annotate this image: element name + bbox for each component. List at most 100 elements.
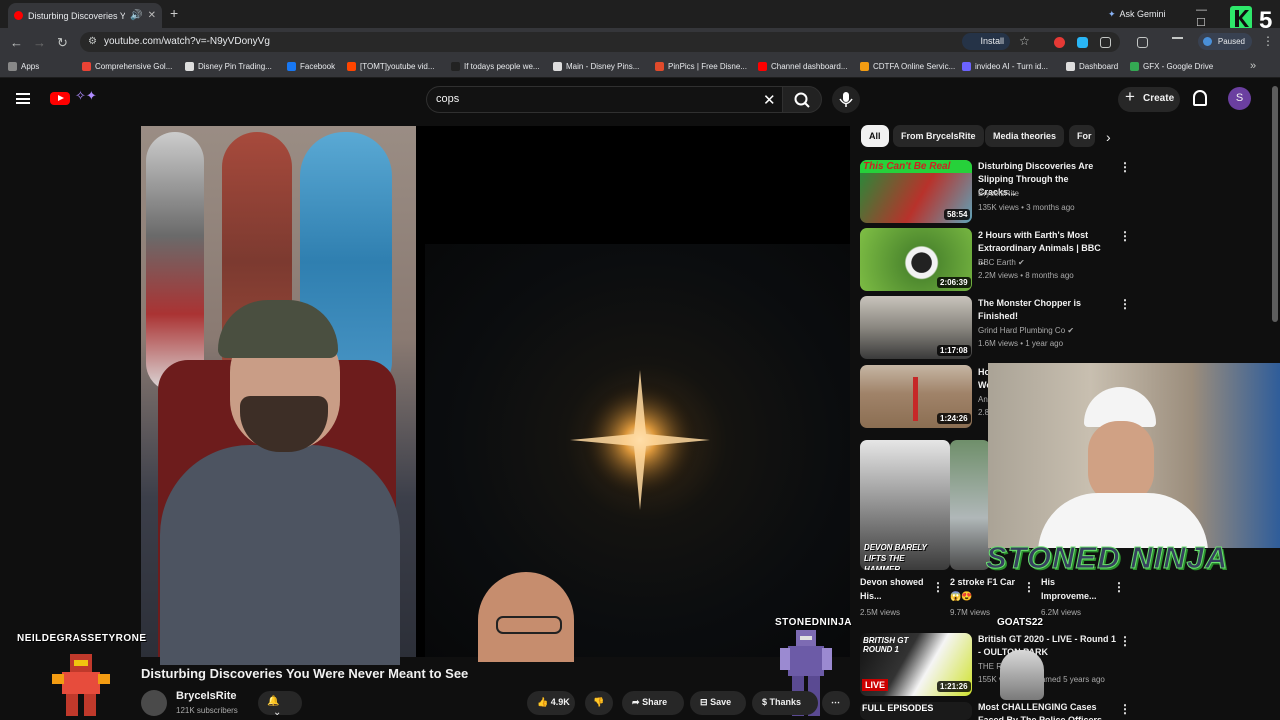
rec-meta-2: 2.2M views • 8 months ago [978,271,1074,280]
microphone-icon [839,92,853,107]
short-menu-icon[interactable]: ⋮ [1113,580,1125,594]
rec-title-6[interactable]: Most CHALLENGING Cases Faced By The Poli… [978,701,1118,720]
bookmark-item[interactable]: Apps [8,62,39,71]
browser-tab-bar [0,0,1280,28]
rec-menu-icon[interactable]: ⋮ [1119,297,1131,311]
extension-blue-icon[interactable] [1077,37,1088,48]
search-input[interactable]: cops [426,86,782,113]
short-thumbnail-2[interactable] [950,440,990,570]
rec-meta-1: 135K views • 3 months ago [978,203,1075,212]
bookmark-favicon-icon [758,62,767,71]
share-label: Share [642,697,668,707]
bookmark-item[interactable]: Comprehensive Gol... [82,62,172,71]
bookmark-favicon-icon [82,62,91,71]
bookmark-favicon-icon [553,62,562,71]
bookmark-item[interactable]: invideo AI - Turn id... [962,62,1048,71]
new-tab-button[interactable]: + [170,5,178,21]
rec-menu-icon[interactable]: ⋮ [1119,634,1131,648]
more-actions-button[interactable]: ⋯ [822,691,850,715]
notifications-bell-icon[interactable] [1193,90,1207,106]
rec-menu-icon[interactable]: ⋮ [1119,160,1131,174]
rec-title-4[interactable]: Ho Wo [978,366,988,392]
live-badge: LIVE [862,679,889,691]
hamburger-menu-icon[interactable] [16,93,30,104]
browser-menu-icon[interactable]: ⋮ [1262,34,1274,48]
rec-channel-1[interactable]: BryceIsRite [978,189,1019,198]
clear-search-icon[interactable]: ✕ [763,91,776,109]
page-scrollbar[interactable] [1272,86,1278,322]
bookmark-item[interactable]: Dashboard [1066,62,1118,71]
rec-menu-icon[interactable]: ⋮ [1119,229,1131,243]
voice-search-button[interactable] [832,86,860,113]
short-views-3: 6.2M views [1041,608,1082,617]
bookmark-star-icon[interactable]: ☆ [1019,34,1030,48]
channel-name[interactable]: BryceIsRite [176,690,237,702]
chip-media-theories[interactable]: Media theories [985,125,1065,147]
rec-channel-3[interactable]: Grind Hard Plumbing Co ✔ [978,326,1074,335]
tab-close-icon[interactable]: ✕ [148,10,156,21]
rec-title-5[interactable]: British GT 2020 - LIVE - Round 1 - OULTO… [978,633,1118,659]
back-icon[interactable]: ← [10,35,23,50]
extensions-puzzle-icon[interactable] [1100,37,1111,48]
duration-badge: 2:06:39 [937,277,971,288]
short-views-2: 9.7M views [950,608,991,617]
short-menu-icon[interactable]: ⋮ [1023,580,1035,594]
save-button[interactable]: ⊟ Save [690,691,746,715]
rec-meta-3: 1.6M views • 1 year ago [978,339,1064,348]
chip-from-channel[interactable]: From BryceIsRite [893,125,984,147]
search-value: cops [436,93,460,105]
subscribed-notifications-button[interactable]: 🔔⌄ [258,691,302,718]
bookmark-item[interactable]: PinPics | Free Disne... [655,62,747,71]
bookmark-favicon-icon [347,62,356,71]
bookmark-item[interactable]: [TOMT]youtube vid... [347,62,435,71]
search-button[interactable] [782,86,822,113]
short-thumbnail-1[interactable]: DEVON BARELY LIFTS THE HAMMER... [860,440,950,570]
youtube-logo-icon[interactable] [50,92,70,105]
verified-icon: ✔ [1018,258,1025,267]
install-app-button[interactable]: Install [962,33,1010,50]
bookmark-item[interactable]: Disney Pin Trading... [185,62,272,71]
tower-shape [913,377,918,421]
forward-icon[interactable]: → [33,35,46,50]
dislike-button[interactable]: 👎 [585,691,613,715]
overlay-face-sticker [478,572,574,662]
ask-gemini-button[interactable]: ✦ Ask Gemini [1104,5,1178,23]
media-controls-icon[interactable] [1172,37,1183,48]
short-views-1: 2.5M views [860,608,901,617]
share-arrow-icon: ➦ [632,697,640,707]
bookmark-label: If todays people we... [464,62,540,71]
rec-menu-icon[interactable]: ⋮ [1119,702,1131,716]
extension-red-icon[interactable] [1054,37,1065,48]
create-button[interactable]: Create [1118,87,1180,112]
youtube-doodle-sparkle-icon[interactable]: ✧✦ [75,88,109,108]
thanks-button[interactable]: $ Thanks [752,691,818,715]
bookmark-item[interactable]: Channel dashboard... [758,62,848,71]
like-button[interactable]: 👍 4.9K [527,691,575,715]
bookmarks-overflow-icon[interactable]: » [1250,60,1256,72]
bookmark-label: Channel dashboard... [771,62,848,71]
bookmark-item[interactable]: GFX - Google Drive [1130,62,1213,71]
rec-channel-2[interactable]: BBC Earth ✔ [978,258,1025,267]
speaker-icon[interactable]: 🔊 [130,10,142,21]
chip-all[interactable]: All [861,125,889,147]
save-label: Save [710,697,732,707]
rec-thumbnail-6[interactable]: FULL EPISODES [860,702,972,720]
account-avatar[interactable]: S [1228,87,1251,110]
bookmark-item[interactable]: Facebook [287,62,335,71]
chevron-right-icon[interactable]: › [1106,129,1111,145]
short-title-1[interactable]: Devon showed His... [860,575,938,603]
reload-icon[interactable]: ↻ [57,35,68,51]
sidepanel-icon[interactable] [1137,37,1148,48]
site-info-icon[interactable]: ⚙ [88,36,97,47]
bookmark-item[interactable]: Main - Disney Pins... [553,62,639,71]
share-button[interactable]: ➦ Share [622,691,684,715]
short-menu-icon[interactable]: ⋮ [932,580,944,594]
chip-for-you[interactable]: For [1069,125,1095,147]
thumb-overlay-text: This Can't Be Real [860,160,972,173]
bookmark-favicon-icon [860,62,869,71]
rec-title-3[interactable]: The Monster Chopper is Finished! [978,297,1108,323]
bookmark-item[interactable]: CDTFA Online Servic... [860,62,955,71]
channel-avatar[interactable] [141,690,167,716]
bookmark-item[interactable]: If todays people we... [451,62,540,71]
browser-tab[interactable]: Disturbing Discoveries You 🔊 ✕ [8,3,162,28]
